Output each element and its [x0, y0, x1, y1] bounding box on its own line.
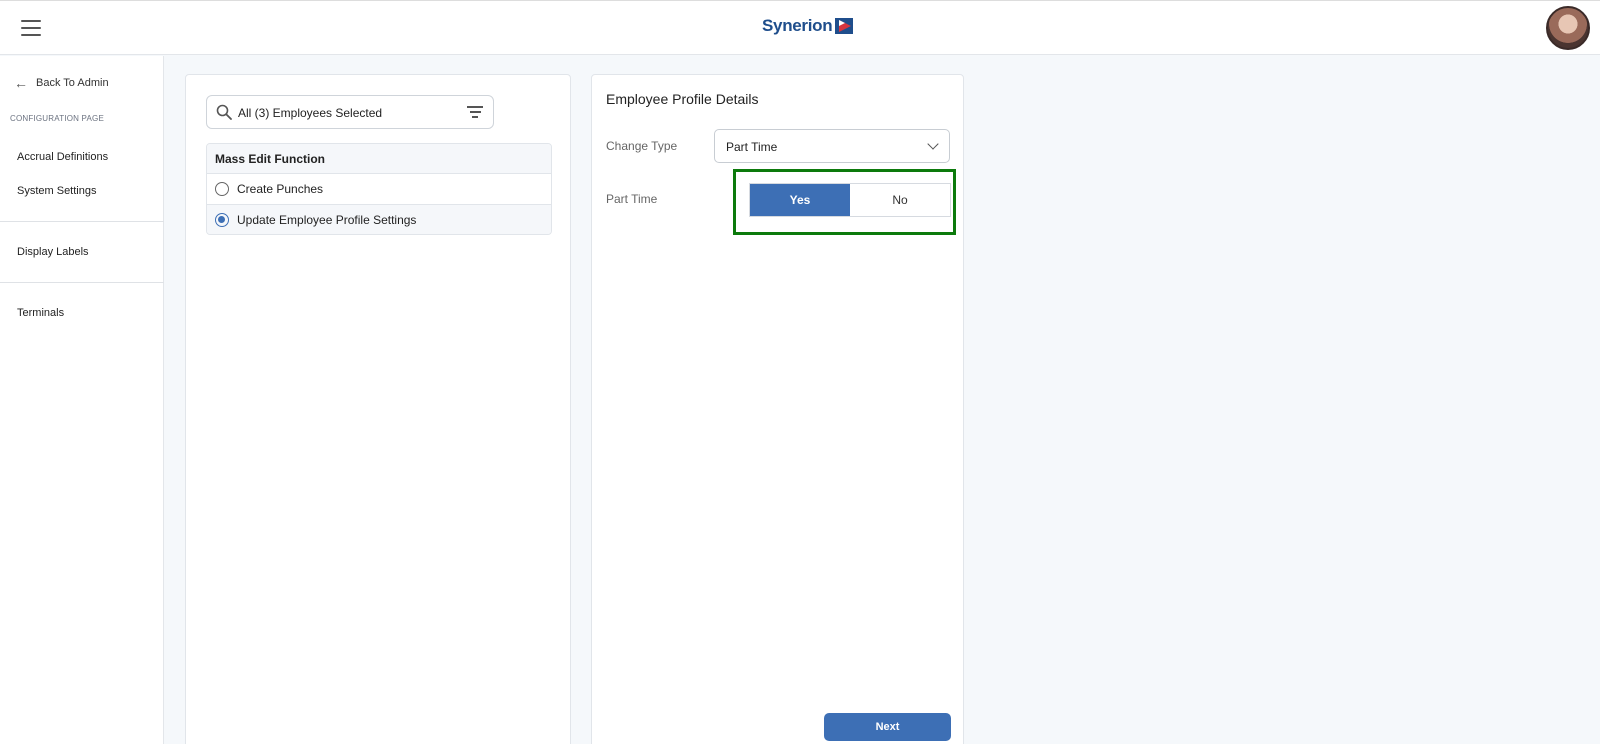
filter-icon[interactable]: [467, 106, 483, 120]
sidebar-item-display-labels[interactable]: Display Labels: [17, 246, 89, 258]
change-type-label: Change Type: [606, 139, 678, 153]
mass-edit-function-header: Mass Edit Function: [207, 144, 551, 174]
change-type-value: Part Time: [726, 140, 778, 154]
back-to-admin-label: Back To Admin: [36, 77, 109, 89]
mass-edit-panel: All (3) Employees Selected Mass Edit Fun…: [185, 74, 571, 744]
option-update-employee-profile-settings[interactable]: Update Employee Profile Settings: [207, 204, 551, 234]
brand-name: Synerion: [762, 16, 833, 35]
option-create-punches[interactable]: Create Punches: [207, 174, 551, 204]
brand-logo[interactable]: Synerion: [762, 16, 854, 36]
panel-title: Employee Profile Details: [606, 91, 759, 107]
hamburger-menu-icon[interactable]: [21, 20, 41, 36]
sidebar-item-accrual-definitions[interactable]: Accrual Definitions: [17, 151, 108, 163]
arrow-left-icon: ←: [14, 75, 28, 91]
sidebar-divider: [0, 282, 164, 283]
user-avatar[interactable]: [1546, 6, 1590, 50]
option-label: Update Employee Profile Settings: [237, 212, 417, 227]
configuration-section-title: CONFIGURATION PAGE: [10, 114, 104, 123]
employee-search-value: All (3) Employees Selected: [238, 106, 383, 120]
sidebar-item-system-settings[interactable]: System Settings: [17, 185, 96, 197]
option-label: Create Punches: [237, 182, 324, 196]
sidebar: ← Back To Admin CONFIGURATION PAGE Accru…: [0, 56, 164, 744]
brand-flag-icon: [835, 18, 854, 34]
part-time-toggle[interactable]: Yes No: [749, 183, 951, 217]
employee-profile-details-panel: Employee Profile Details Change Type Par…: [591, 74, 964, 744]
part-time-label: Part Time: [606, 192, 658, 206]
chevron-down-icon: [927, 138, 939, 150]
change-type-select[interactable]: Part Time: [714, 129, 950, 163]
radio-button-unselected[interactable]: [215, 182, 229, 196]
yes-toggle-button[interactable]: Yes: [750, 184, 850, 216]
sidebar-divider: [0, 221, 164, 222]
mass-edit-function-list: Mass Edit Function Create Punches Update…: [206, 143, 552, 235]
employee-search-input[interactable]: All (3) Employees Selected: [206, 95, 494, 129]
no-toggle-button[interactable]: No: [850, 184, 950, 216]
radio-button-selected[interactable]: [215, 212, 229, 227]
next-button[interactable]: Next: [824, 713, 951, 741]
search-icon: [216, 104, 232, 120]
top-bar: Synerion: [0, 0, 1600, 55]
back-to-admin-link[interactable]: ← Back To Admin: [14, 76, 109, 90]
sidebar-item-terminals[interactable]: Terminals: [17, 307, 64, 319]
